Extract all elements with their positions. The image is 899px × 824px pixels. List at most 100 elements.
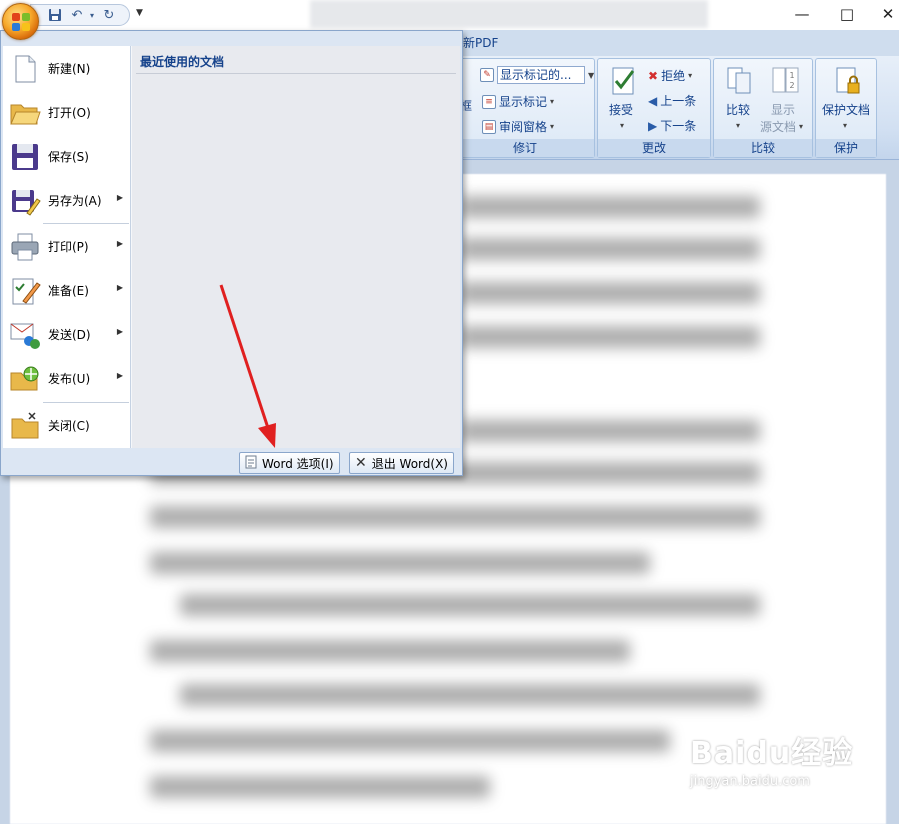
menu-item-label: 打开(O)	[48, 106, 91, 120]
new-document-icon	[9, 53, 41, 85]
group-revision: 框 ✎ 显示标记的... ▼ ≡ 显示标记 ▾ ▤ 审阅窗格 ▾ 修订	[455, 58, 595, 158]
show-source-label: 显示	[771, 103, 796, 117]
chevron-down-icon: ▾	[799, 122, 804, 131]
word-options-label: Word 选项(I)	[262, 456, 334, 471]
save-as-icon	[9, 185, 41, 217]
watermark-url: jingyan.baidu.com	[690, 774, 810, 789]
show-source-docs-label: 源文档	[760, 120, 797, 134]
protect-document-button[interactable]: 保护文档	[822, 101, 870, 118]
reject-button[interactable]: ✖ 拒绝 ▾	[648, 67, 692, 84]
menu-item-label: 保存(S)	[48, 150, 89, 164]
svg-text:2: 2	[789, 81, 794, 90]
submenu-arrow-icon: ▶	[116, 239, 123, 248]
title-bar: ↶ ▾ ↻ ▼ — □ ✕	[0, 0, 899, 30]
next-icon: ▶	[648, 118, 658, 133]
menu-item-close[interactable]: 关闭(C)	[3, 403, 131, 447]
undo-icon[interactable]: ↶	[69, 8, 85, 24]
submenu-arrow-icon: ▶	[116, 193, 123, 202]
word-options-button[interactable]: Word 选项(I)	[239, 452, 340, 474]
menu-item-publish[interactable]: 发布(U) ▶	[3, 356, 131, 400]
exit-icon: ✕	[355, 455, 367, 471]
previous-icon: ◀	[648, 93, 658, 108]
quick-access-toolbar: ↶ ▾ ↻	[30, 4, 130, 26]
exit-word-button[interactable]: ✕ 退出 Word(X)	[349, 452, 454, 474]
review-pane-icon: ▤	[482, 119, 496, 134]
show-markup-label: 显示标记	[499, 95, 548, 109]
watermark-brand: Baidu经验	[690, 736, 854, 771]
show-markup-combo-value: 显示标记的...	[497, 66, 585, 84]
text-line	[150, 730, 670, 752]
accept-button[interactable]: 接受	[609, 101, 633, 118]
chevron-down-icon[interactable]: ▾	[736, 121, 740, 130]
accept-icon	[608, 65, 640, 97]
show-source-icon: 12	[769, 65, 801, 97]
show-markup-icon: ≡	[482, 94, 496, 109]
menu-item-label: 准备(E)	[48, 284, 89, 298]
chevron-down-icon[interactable]: ▾	[620, 121, 624, 130]
window-title	[310, 0, 708, 28]
recent-separator	[136, 73, 456, 74]
publish-icon	[9, 363, 41, 395]
review-pane-button[interactable]: ▤ 审阅窗格 ▾	[482, 118, 554, 135]
menu-item-prepare[interactable]: 准备(E) ▶	[3, 268, 131, 312]
open-folder-icon	[9, 97, 41, 129]
chevron-down-icon[interactable]: ▾	[843, 121, 847, 130]
menu-item-new[interactable]: 新建(N)	[3, 46, 131, 90]
chevron-down-icon: ▾	[688, 71, 693, 80]
baidu-watermark: Baidu经验 jingyan.baidu.com	[690, 728, 853, 789]
text-line	[460, 238, 760, 260]
chevron-down-icon: ▾	[550, 97, 555, 106]
customize-qat-icon[interactable]: ▼	[136, 8, 143, 18]
recent-documents-panel: 最近使用的文档	[131, 46, 460, 448]
recent-documents-title: 最近使用的文档	[140, 55, 225, 69]
menu-item-save[interactable]: 保存(S)	[3, 134, 131, 178]
previous-label: 上一条	[660, 94, 697, 108]
word-options-icon	[245, 455, 257, 472]
maximize-icon[interactable]: □	[837, 4, 857, 24]
group-protect: 保护文档 ▾ 保护	[815, 58, 877, 158]
group-compare: 比较 ▾ 12 显示 源文档 ▾ 比较	[713, 58, 813, 158]
menu-item-save-as[interactable]: 另存为(A) ▶	[3, 178, 131, 222]
chevron-down-icon[interactable]: ▾	[84, 8, 100, 24]
show-markup-button[interactable]: ≡ 显示标记 ▾	[482, 93, 554, 110]
redo-icon[interactable]: ↻	[101, 8, 117, 24]
floppy-disk-icon	[9, 141, 41, 173]
compare-icon	[724, 65, 756, 97]
menu-command-list: 新建(N) 打开(O) 保存(S) 另存为(A) ▶ 打印(P) ▶ 准备(E)…	[3, 46, 131, 448]
group-protect-label: 保护	[816, 139, 876, 157]
menu-footer: Word 选项(I) ✕ 退出 Word(X)	[3, 449, 460, 475]
save-icon[interactable]	[47, 8, 63, 24]
text-line	[150, 776, 490, 798]
compare-button[interactable]: 比较	[726, 101, 750, 118]
text-line	[150, 506, 760, 528]
exit-word-label: 退出 Word(X)	[371, 456, 448, 471]
tab-pdf[interactable]: 新PDF	[463, 34, 498, 51]
menu-item-label: 发送(D)	[48, 328, 91, 342]
next-change-button[interactable]: ▶ 下一条	[648, 117, 696, 134]
menu-item-label: 打印(P)	[48, 240, 89, 254]
previous-change-button[interactable]: ◀ 上一条	[648, 92, 696, 109]
menu-item-open[interactable]: 打开(O)	[3, 90, 131, 134]
close-folder-icon	[9, 410, 41, 442]
office-button[interactable]	[2, 3, 39, 40]
group-compare-label: 比较	[714, 139, 812, 157]
text-line	[150, 640, 630, 662]
send-icon	[9, 319, 41, 351]
chevron-down-icon: ▾	[550, 122, 555, 131]
office-menu: 新建(N) 打开(O) 保存(S) 另存为(A) ▶ 打印(P) ▶ 准备(E)…	[0, 30, 463, 476]
submenu-arrow-icon: ▶	[116, 327, 123, 336]
chevron-down-icon: ▼	[588, 70, 595, 80]
text-line	[460, 326, 760, 348]
close-icon[interactable]: ✕	[878, 4, 898, 24]
reject-label: 拒绝	[661, 69, 686, 83]
text-line	[150, 552, 650, 574]
minimize-icon[interactable]: —	[792, 4, 812, 24]
menu-item-print[interactable]: 打印(P) ▶	[3, 224, 131, 268]
menu-item-label: 新建(N)	[48, 62, 91, 76]
menu-item-send[interactable]: 发送(D) ▶	[3, 312, 131, 356]
next-label: 下一条	[660, 119, 697, 133]
show-markup-combo[interactable]: ✎ 显示标记的... ▼	[480, 66, 594, 84]
menu-item-label: 另存为(A)	[48, 194, 102, 208]
protect-document-icon	[831, 65, 863, 97]
show-source-docs-button[interactable]: 源文档 ▾	[760, 118, 803, 135]
